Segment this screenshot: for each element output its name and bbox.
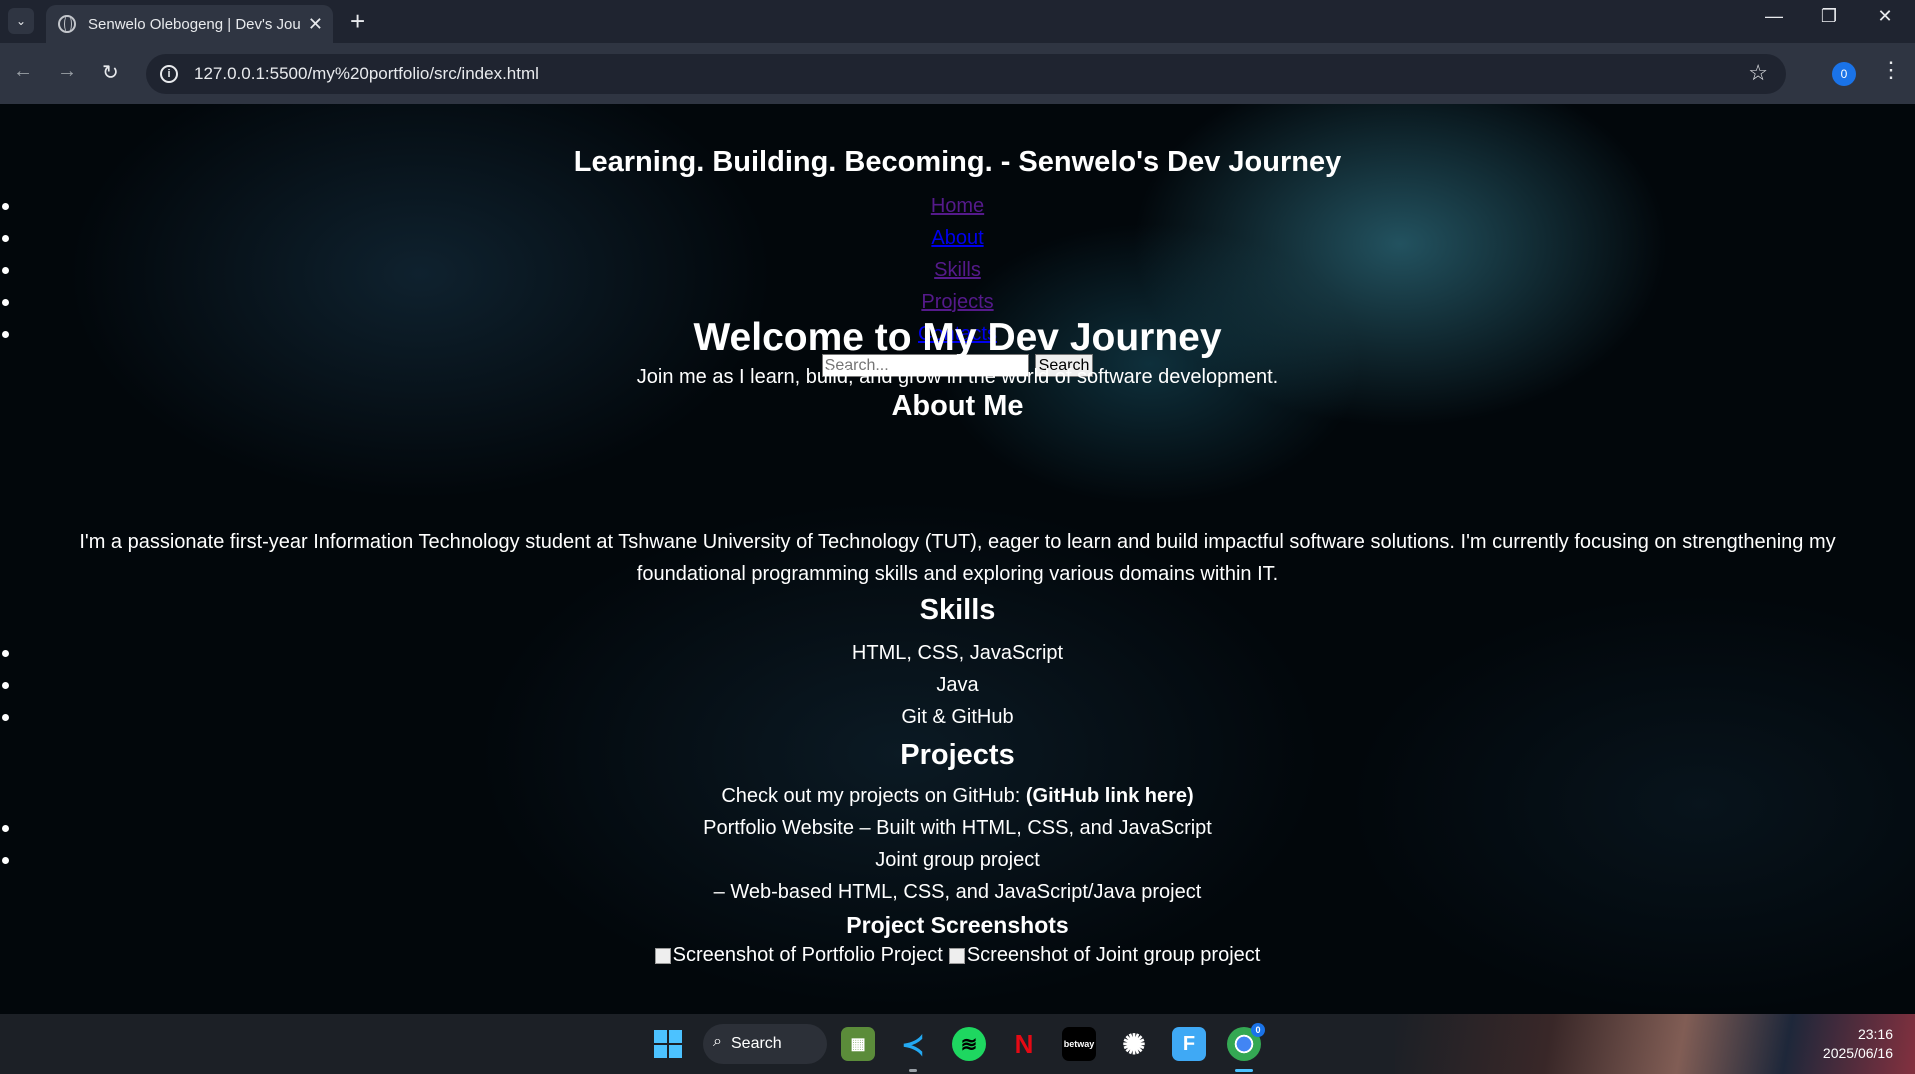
browser-tab-active[interactable]: Senwelo Olebogeng | Dev's Journey ✕ <box>46 5 333 43</box>
bullet <box>2 203 9 210</box>
profile-avatar[interactable]: 0 <box>1832 62 1856 86</box>
minimize-icon[interactable]: — <box>1751 6 1797 27</box>
files-icon[interactable]: F <box>1172 1027 1206 1061</box>
tab-search-button[interactable]: ⌄ <box>8 8 34 34</box>
address-bar[interactable]: i 127.0.0.1:5500/my%20portfolio/src/inde… <box>146 54 1786 94</box>
skills-heading: Skills <box>919 594 996 626</box>
about-heading: About Me <box>891 390 1024 422</box>
spotify-icon[interactable]: ≋ <box>952 1027 986 1061</box>
list-item: Portfolio Website – Built with HTML, CSS… <box>0 812 1915 844</box>
skill-label: Git & GitHub <box>901 706 1014 728</box>
projects-heading: Projects <box>900 739 1015 771</box>
chatgpt-icon[interactable]: ✺ <box>1117 1027 1151 1061</box>
skill-label: HTML, CSS, JavaScript <box>851 642 1064 664</box>
taskbar: ⌕ Search ▦ ≺ ≋ N betway ✺ F 0 23:16 2025… <box>0 1014 1915 1074</box>
running-indicator <box>909 1069 917 1072</box>
taskbar-search[interactable]: ⌕ Search <box>703 1024 827 1064</box>
image-alt-text: Screenshot of Portfolio Project <box>672 944 943 966</box>
page-viewport: Learning. Building. Becoming. - Senwelo'… <box>0 104 1915 1014</box>
tab-close-icon[interactable]: ✕ <box>308 14 323 35</box>
active-indicator <box>1235 1069 1253 1072</box>
bookmark-star-icon[interactable]: ☆ <box>1748 60 1768 86</box>
forward-icon[interactable]: → <box>57 60 77 83</box>
nav-link-home[interactable]: Home <box>931 195 984 217</box>
project-label: Joint group project <box>875 849 1040 871</box>
list-item: Java <box>0 669 1915 701</box>
search-icon: ⌕ <box>713 1033 722 1050</box>
windows-start-icon[interactable] <box>654 1030 682 1058</box>
bullet <box>2 682 9 689</box>
file-explorer-icon[interactable]: ▦ <box>841 1027 875 1061</box>
list-item: HTML, CSS, JavaScript <box>0 637 1915 669</box>
projects-intro: Check out my projects on GitHub: (GitHub… <box>0 780 1915 812</box>
browser-toolbar: ← → ↻ i 127.0.0.1:5500/my%20portfolio/sr… <box>0 43 1915 104</box>
broken-image-icon <box>948 947 965 964</box>
image-alt-text: Screenshot of Joint group project <box>966 944 1261 966</box>
tab-title: Senwelo Olebogeng | Dev's Journey <box>88 15 300 33</box>
skills-list: HTML, CSS, JavaScript Java Git & GitHub <box>0 637 1915 733</box>
about-text: I'm a passionate first-year Information … <box>79 531 1836 585</box>
window-close-icon[interactable]: ✕ <box>1862 6 1908 27</box>
back-icon[interactable]: ← <box>13 60 33 83</box>
nav-link-skills[interactable]: Skills <box>934 259 981 281</box>
restore-icon[interactable]: ❐ <box>1806 6 1852 27</box>
nav-item-home: Home <box>0 190 1915 222</box>
screenshots-heading: Project Screenshots <box>846 912 1069 938</box>
bullet <box>2 299 9 306</box>
reload-icon[interactable]: ↻ <box>102 60 119 85</box>
broken-image-icon <box>654 947 671 964</box>
chrome-badge: 0 <box>1251 1023 1265 1037</box>
chrome-icon[interactable]: 0 <box>1227 1023 1265 1061</box>
netflix-icon[interactable]: N <box>1007 1027 1041 1061</box>
clock-date[interactable]: 2025/06/16 <box>1823 1045 1893 1061</box>
list-item: Joint group project <box>0 844 1915 876</box>
list-item: Git & GitHub <box>0 701 1915 733</box>
nav-link-about[interactable]: About <box>931 227 983 249</box>
bullet <box>2 650 9 657</box>
bullet <box>2 267 9 274</box>
betway-icon[interactable]: betway <box>1062 1027 1096 1061</box>
globe-icon <box>58 15 76 33</box>
projects-intro-text: Check out my projects on GitHub: <box>721 785 1026 807</box>
hero-subtitle: Join me as I learn, build, and grow in t… <box>636 366 1279 388</box>
nav-link-projects[interactable]: Projects <box>921 291 993 313</box>
github-link[interactable]: (GitHub link here) <box>1026 785 1194 807</box>
skill-label: Java <box>936 674 979 696</box>
project-label: Portfolio Website – Built with HTML, CSS… <box>703 817 1212 839</box>
group-project-screenshot-image: Screenshot of Joint group project <box>948 944 1261 967</box>
site-info-icon[interactable]: i <box>160 65 178 83</box>
bullet <box>2 857 9 864</box>
hero-heading: Welcome to My Dev Journey <box>693 316 1222 359</box>
bullet <box>2 714 9 721</box>
bullet <box>2 825 9 832</box>
projects-list: Portfolio Website – Built with HTML, CSS… <box>0 812 1915 876</box>
site-title: Learning. Building. Becoming. - Senwelo'… <box>573 146 1342 178</box>
nav-item-about: About <box>0 222 1915 254</box>
wallpaper-strip <box>1395 1014 1915 1074</box>
new-tab-button[interactable]: + <box>350 6 365 37</box>
kebab-menu-icon[interactable]: ⋮ <box>1880 57 1902 83</box>
project-description: – Web-based HTML, CSS, and JavaScript/Ja… <box>713 881 1202 903</box>
portfolio-screenshot-image: Screenshot of Portfolio Project <box>654 944 943 967</box>
clock-time[interactable]: 23:16 <box>1858 1026 1893 1042</box>
browser-tab-strip: ⌄ Senwelo Olebogeng | Dev's Journey ✕ + … <box>0 0 1915 43</box>
nav-item-skills: Skills <box>0 254 1915 286</box>
bullet <box>2 235 9 242</box>
url-text[interactable]: 127.0.0.1:5500/my%20portfolio/src/index.… <box>194 64 539 84</box>
screenshots-row: Screenshot of Portfolio Project Screensh… <box>0 944 1915 967</box>
taskbar-search-label: Search <box>731 1035 782 1052</box>
vscode-icon[interactable]: ≺ <box>896 1027 930 1061</box>
nav-item-projects: Projects <box>0 286 1915 318</box>
